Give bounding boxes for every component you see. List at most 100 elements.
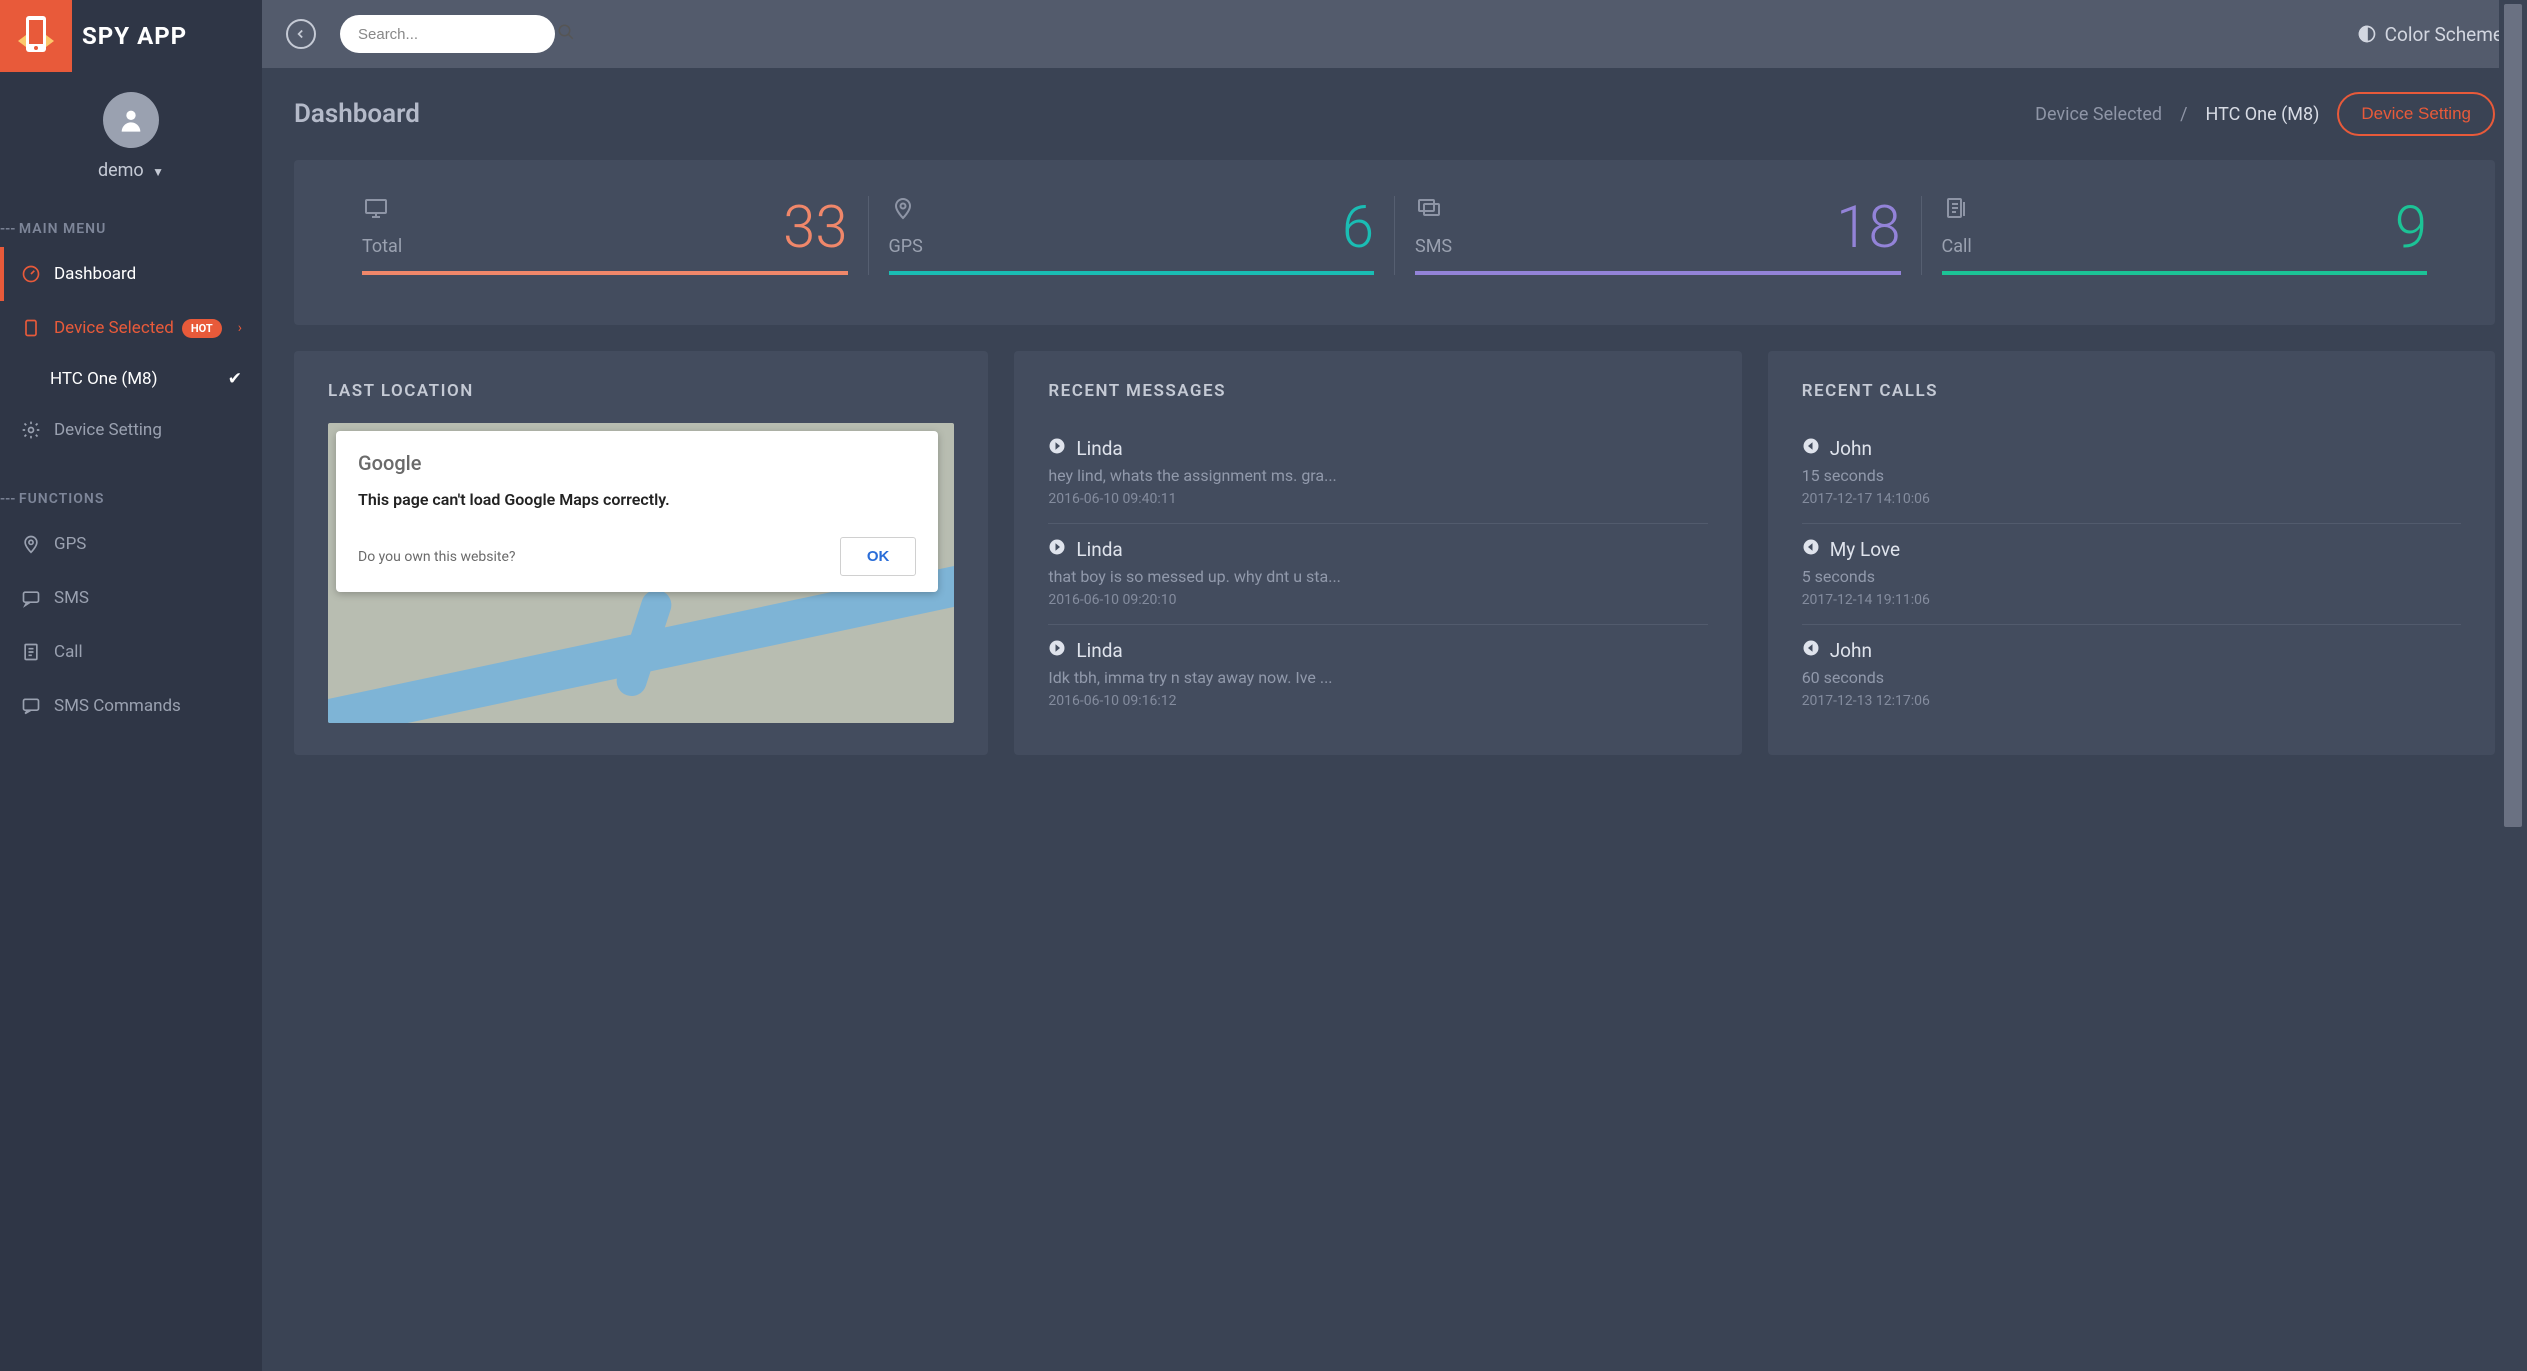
messages-list: Lindahey lind, whats the assignment ms. …	[1048, 423, 1707, 725]
panel-recent-messages: RECENT MESSAGES Lindahey lind, whats the…	[1014, 351, 1741, 755]
message-time: 2016-06-10 09:20:10	[1048, 592, 1707, 608]
sidebar-item-call[interactable]: Call	[0, 625, 262, 679]
map-error-dialog: Google This page can't load Google Maps …	[336, 431, 938, 592]
stat-value: 9	[2395, 199, 2427, 257]
list-item-head: Linda	[1048, 538, 1707, 561]
sidebar-item-device-setting[interactable]: Device Setting	[0, 403, 262, 457]
contact-name: John	[1830, 437, 1872, 460]
nav-label: Call	[54, 642, 83, 662]
nav-label: GPS	[54, 534, 86, 554]
arrow-left-icon	[1802, 538, 1830, 561]
chat-icon	[20, 587, 42, 609]
doc-icon	[1942, 196, 1972, 224]
contact-name: My Love	[1830, 538, 1900, 561]
sidebar-subitem-device[interactable]: HTC One (M8) ✔	[0, 355, 262, 403]
message-preview: Idk tbh, imma try n stay away now. Ive .…	[1048, 668, 1707, 687]
username-dropdown[interactable]: demo ▼	[0, 160, 262, 181]
scrollbar-thumb[interactable]	[2504, 4, 2522, 827]
search-box	[340, 15, 555, 53]
sidebar-item-gps[interactable]: GPS	[0, 517, 262, 571]
breadcrumb-device: HTC One (M8)	[2206, 104, 2320, 125]
content: Total 33 GPS 6	[262, 160, 2527, 1371]
breadcrumb-separator: /	[2180, 104, 2187, 125]
nav-label: Device Setting	[54, 420, 162, 440]
color-scheme-label: Color Scheme	[2385, 23, 2503, 46]
panels-row: LAST LOCATION Google This page can't loa…	[294, 351, 2495, 755]
scrollbar-track[interactable]	[2499, 0, 2527, 1371]
map-question: Do you own this website?	[358, 549, 516, 565]
logo-icon	[0, 0, 72, 72]
search-icon[interactable]	[557, 23, 575, 45]
stat-value: 18	[1836, 199, 1900, 257]
topbar: Color Scheme	[262, 0, 2527, 68]
panel-title: LAST LOCATION	[328, 381, 954, 401]
stat-gps: GPS 6	[869, 196, 1396, 275]
logo-area: SPY APP	[0, 0, 262, 72]
stat-call: Call 9	[1922, 196, 2448, 275]
map-box[interactable]: Google This page can't load Google Maps …	[328, 423, 954, 723]
check-icon: ✔	[228, 369, 242, 389]
sidebar-item-dashboard[interactable]: Dashboard	[0, 247, 262, 301]
arrow-left-icon	[1802, 437, 1830, 460]
device-setting-button[interactable]: Device Setting	[2337, 92, 2495, 136]
header-right: Device Selected / HTC One (M8) Device Se…	[2035, 92, 2495, 136]
sidebar: SPY APP demo ▼ MAIN MENU Dashboard Devic…	[0, 0, 262, 1371]
chevron-right-icon: ›	[238, 320, 242, 336]
message-time: 2016-06-10 09:16:12	[1048, 693, 1707, 709]
menu-section-functions: FUNCTIONS	[0, 481, 262, 517]
panel-recent-calls: RECENT CALLS John15 seconds2017-12-17 14…	[1768, 351, 2495, 755]
stat-sms: SMS 18	[1395, 196, 1922, 275]
list-item[interactable]: John 60 seconds 2017-12-13 12:17:06	[1802, 625, 2461, 725]
arrow-right-icon	[1048, 639, 1076, 662]
list-item[interactable]: Linda Idk tbh, imma try n stay away now. …	[1048, 625, 1707, 725]
monitor-icon	[362, 196, 402, 224]
nav-label: SMS Commands	[54, 696, 181, 716]
google-logo: Google	[358, 451, 916, 475]
message-time: 2016-06-10 09:40:11	[1048, 491, 1707, 507]
stats-card: Total 33 GPS 6	[294, 160, 2495, 325]
dashboard-icon	[20, 263, 42, 285]
page-header: Dashboard Device Selected / HTC One (M8)…	[262, 68, 2527, 160]
stat-total: Total 33	[342, 196, 869, 275]
color-scheme-toggle[interactable]: Color Scheme	[2357, 23, 2503, 46]
contact-name: Linda	[1076, 639, 1122, 662]
call-time: 2017-12-13 12:17:06	[1802, 693, 2461, 709]
hot-badge: HOT	[182, 319, 222, 338]
contact-name: Linda	[1076, 437, 1122, 460]
arrow-right-icon	[1048, 437, 1076, 460]
pin-icon	[20, 533, 42, 555]
stat-label: GPS	[889, 236, 923, 257]
list-item[interactable]: John15 seconds2017-12-17 14:10:06	[1802, 423, 2461, 524]
pin-icon	[889, 196, 923, 224]
search-input[interactable]	[358, 26, 557, 43]
list-item[interactable]: Lindathat boy is so messed up. why dnt u…	[1048, 524, 1707, 625]
caret-down-icon: ▼	[152, 165, 164, 179]
nav-label: HTC One (M8)	[50, 369, 158, 389]
call-time: 2017-12-14 19:11:06	[1802, 592, 2461, 608]
list-item-head: John	[1802, 437, 2461, 460]
gear-icon	[20, 419, 42, 441]
chat2-icon	[20, 695, 42, 717]
list-item[interactable]: Lindahey lind, whats the assignment ms. …	[1048, 423, 1707, 524]
list-item-head: John	[1802, 639, 2461, 662]
list-item[interactable]: My Love5 seconds2017-12-14 19:11:06	[1802, 524, 2461, 625]
map-ok-button[interactable]: OK	[840, 537, 917, 576]
list-item-head: Linda	[1048, 437, 1707, 460]
arrow-left-icon	[1802, 639, 1830, 662]
main-area: Color Scheme Dashboard Device Selected /…	[262, 0, 2527, 1371]
calls-list: John15 seconds2017-12-17 14:10:06My Love…	[1802, 423, 2461, 725]
brand-text: SPY APP	[82, 22, 187, 50]
panel-title: RECENT CALLS	[1802, 381, 2461, 401]
call-duration: 15 seconds	[1802, 466, 2461, 485]
back-button[interactable]	[286, 19, 316, 49]
sidebar-item-sms-commands[interactable]: SMS Commands	[0, 679, 262, 733]
avatar[interactable]	[103, 92, 159, 148]
contact-name: Linda	[1076, 538, 1122, 561]
menu-section-main: MAIN MENU	[0, 211, 262, 247]
map-error-text: This page can't load Google Maps correct…	[358, 489, 916, 511]
panel-title: RECENT MESSAGES	[1048, 381, 1707, 401]
sidebar-item-device-selected[interactable]: Device Selected HOT ›	[0, 301, 262, 355]
call-duration: 60 seconds	[1802, 668, 2461, 687]
sidebar-item-sms[interactable]: SMS	[0, 571, 262, 625]
nav-label: SMS	[54, 588, 89, 608]
